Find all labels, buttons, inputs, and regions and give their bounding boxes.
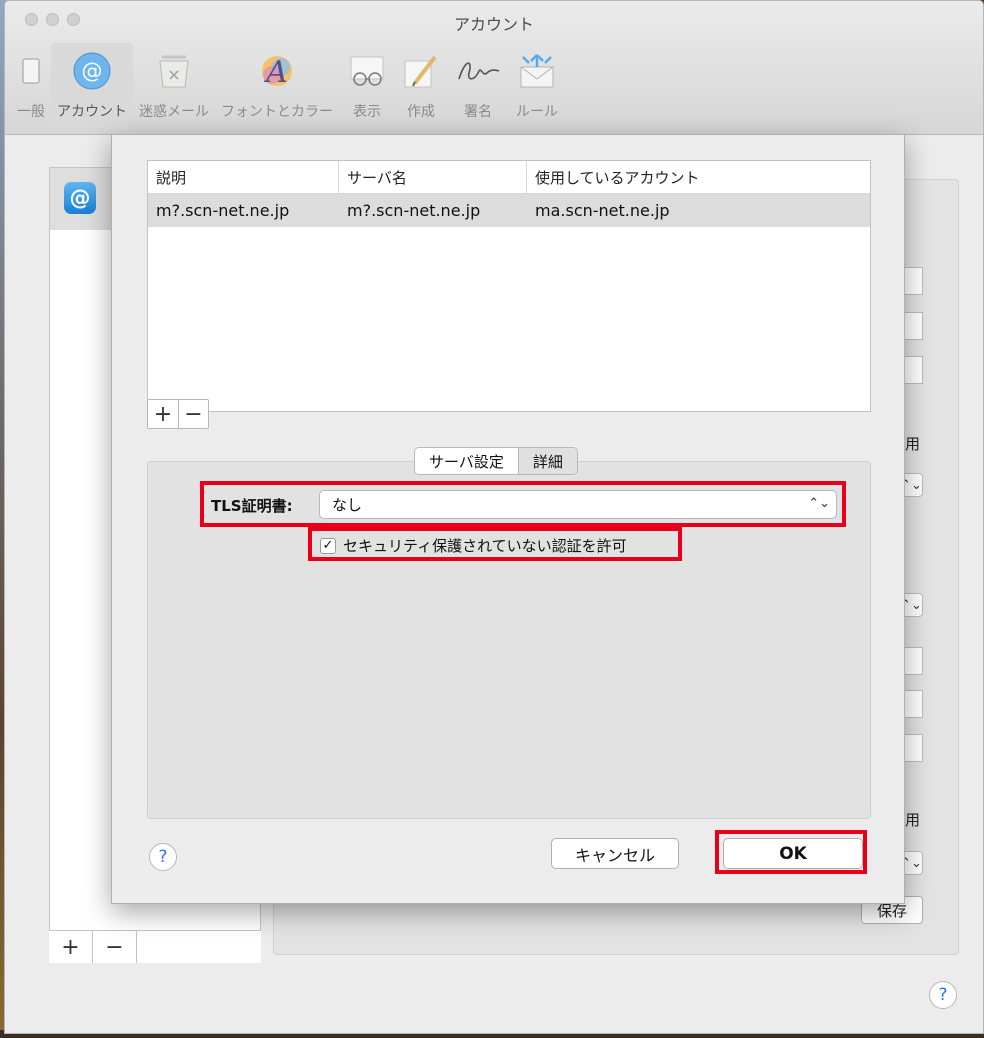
account-field[interactable]: [903, 267, 923, 295]
server-table: 説明 サーバ名 使用しているアカウント m?.scn-net.ne.jp m?.…: [147, 160, 871, 412]
toolbar-label: 迷惑メール: [139, 104, 209, 120]
svg-text:@: @: [82, 59, 103, 83]
at-icon: @: [64, 182, 96, 214]
junk-bin-icon: [152, 47, 196, 95]
settings-tabs: サーバ設定 詳細: [414, 447, 578, 475]
server-settings-sheet: 説明 サーバ名 使用しているアカウント m?.scn-net.ne.jp m?.…: [111, 134, 905, 904]
font-color-icon: A: [257, 47, 297, 95]
toolbar-viewing[interactable]: 表示: [339, 43, 395, 129]
toolbar-general[interactable]: 一般: [11, 43, 51, 129]
toolbar-label: フォントとカラー: [221, 104, 333, 120]
highlight-box: [200, 481, 846, 527]
table-header: 説明 サーバ名 使用しているアカウント: [148, 161, 870, 194]
server-list-buttons: + −: [147, 399, 209, 429]
cell-accounts-using: ma.scn-net.ne.jp: [535, 201, 670, 220]
toolbar-label: 作成: [407, 104, 435, 120]
toolbar-fonts-colors[interactable]: A フォントとカラー: [215, 43, 339, 129]
at-icon: @: [72, 47, 112, 95]
column-header-description[interactable]: 説明: [148, 161, 338, 194]
preferences-toolbar: 一般 @ アカウント 迷惑メール A フォントとカラー 表示 作成 署名 ルール: [11, 43, 565, 129]
rules-envelope-icon: [515, 47, 559, 95]
remove-account-button[interactable]: −: [93, 931, 137, 963]
toolbar-rules[interactable]: ルール: [509, 43, 565, 129]
column-header-server-name[interactable]: サーバ名: [338, 161, 526, 194]
remove-server-button[interactable]: −: [178, 400, 208, 428]
window-title: アカウント: [453, 15, 534, 34]
account-field[interactable]: [903, 690, 923, 718]
toolbar-label: 署名: [464, 104, 492, 120]
add-server-button[interactable]: +: [148, 400, 178, 428]
signature-icon: [453, 47, 503, 95]
toolbar-composing[interactable]: 作成: [395, 43, 447, 129]
toolbar-label: ルール: [516, 104, 558, 120]
title-bar: アカウント 一般 @ アカウント 迷惑メール A フォントとカラー 表示 作成 …: [5, 1, 983, 135]
preferences-window: アカウント 一般 @ アカウント 迷惑メール A フォントとカラー 表示 作成 …: [4, 0, 984, 1034]
toolbar-junk[interactable]: 迷惑メール: [133, 43, 215, 129]
tab-advanced[interactable]: 詳細: [517, 448, 577, 474]
partial-label: 用: [905, 435, 921, 453]
account-list-buttons: + −: [49, 930, 261, 963]
highlight-box: [715, 830, 867, 874]
switch-icon: [20, 47, 42, 95]
table-row[interactable]: m?.scn-net.ne.jp m?.scn-net.ne.jp ma.scn…: [148, 194, 870, 227]
toolbar-label: 一般: [17, 104, 45, 120]
toolbar-accounts[interactable]: @ アカウント: [51, 43, 133, 129]
account-field[interactable]: [903, 647, 923, 675]
cell-description: m?.scn-net.ne.jp: [156, 201, 290, 220]
help-button[interactable]: ?: [149, 843, 177, 871]
toolbar-signatures[interactable]: 署名: [447, 43, 509, 129]
partial-label: 用: [905, 811, 921, 829]
svg-text:A: A: [263, 55, 288, 90]
account-field[interactable]: [903, 734, 923, 762]
tab-server-settings[interactable]: サーバ設定: [415, 448, 518, 474]
toolbar-label: 表示: [353, 104, 381, 120]
highlight-box: [308, 527, 682, 561]
add-account-button[interactable]: +: [49, 931, 93, 963]
pencil-icon: [401, 47, 441, 95]
account-field[interactable]: [903, 312, 923, 340]
cell-server-name: m?.scn-net.ne.jp: [347, 201, 481, 220]
toolbar-label: アカウント: [57, 104, 127, 120]
glasses-icon: [345, 47, 389, 95]
account-field[interactable]: [903, 356, 923, 384]
help-button[interactable]: ?: [929, 981, 957, 1009]
cancel-button[interactable]: キャンセル: [551, 838, 679, 869]
column-header-accounts-using[interactable]: 使用しているアカウント: [526, 161, 872, 194]
